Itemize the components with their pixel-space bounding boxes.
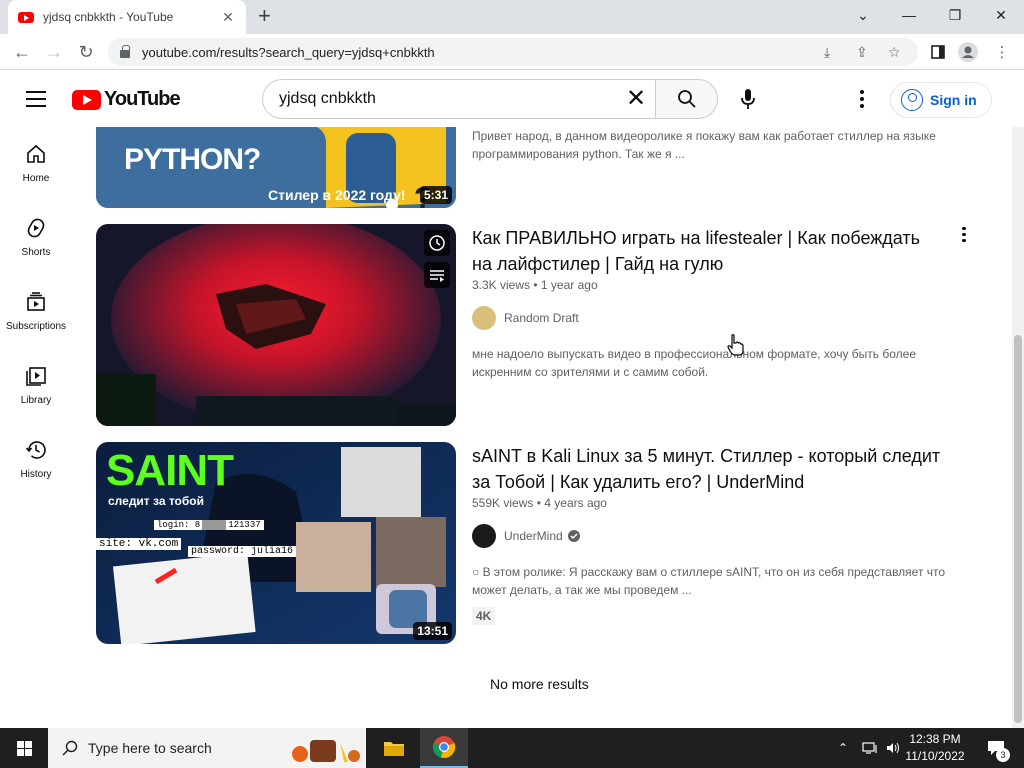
network-icon[interactable] bbox=[862, 728, 878, 768]
browser-tab[interactable]: yjdsq cnbkkth - YouTube ✕ bbox=[8, 0, 246, 34]
sign-in-button[interactable]: Sign in bbox=[890, 82, 992, 118]
youtube-favicon-icon bbox=[18, 11, 34, 23]
thumbnail-site-label: site: vk.com bbox=[96, 538, 182, 550]
video-description: Привет народ, в данном видеоролике я пок… bbox=[472, 129, 936, 161]
verified-badge-icon bbox=[567, 530, 580, 542]
windows-taskbar: Type here to search ⌃ 12:38 PM 11/10/202… bbox=[0, 728, 1024, 768]
restore-button[interactable]: ❐ bbox=[932, 0, 978, 30]
menu-hamburger-icon[interactable] bbox=[26, 91, 46, 107]
search-icon bbox=[62, 740, 78, 756]
youtube-play-logo-icon bbox=[72, 89, 101, 110]
thumbnail-login-label: login: 8 121337 bbox=[154, 520, 264, 530]
thumbnail-password-label: password: julia16 bbox=[188, 546, 297, 557]
start-button[interactable] bbox=[0, 728, 48, 768]
view-count: 559K views bbox=[472, 496, 534, 510]
share-icon[interactable]: ⇪ bbox=[856, 44, 868, 61]
chrome-taskbar-icon[interactable] bbox=[420, 728, 468, 768]
thumbnail-subcaption: следит за тобой bbox=[108, 494, 204, 508]
taskbar-search-placeholder: Type here to search bbox=[88, 740, 212, 756]
tab-title: yjdsq cnbkkth - YouTube bbox=[43, 10, 174, 24]
browser-toolbar: ← → ↻ youtube.com/results?search_query=y… bbox=[0, 34, 1024, 70]
video-duration: 5:31 bbox=[419, 186, 452, 204]
thumbnail-subcaption: Стилер в 2022 году! bbox=[268, 187, 406, 203]
clock-time: 12:38 PM bbox=[909, 732, 961, 746]
no-more-results-text: No more results bbox=[490, 676, 589, 692]
taskbar-clock[interactable]: 12:38 PM 11/10/2022 bbox=[900, 731, 970, 765]
show-hidden-icons-chevron-icon[interactable]: ⌃ bbox=[838, 728, 848, 768]
notification-center-button[interactable]: 3 bbox=[982, 728, 1010, 768]
logo-wordmark: YouTube bbox=[104, 88, 181, 110]
back-button[interactable]: ← bbox=[10, 40, 34, 64]
close-window-button[interactable]: ✕ bbox=[978, 0, 1024, 30]
search-highlight-autumn-icon bbox=[292, 740, 360, 762]
minimize-button[interactable]: — bbox=[886, 0, 932, 30]
channel-name[interactable]: Random Draft bbox=[504, 311, 579, 325]
watch-later-icon[interactable] bbox=[424, 230, 450, 256]
search-button[interactable] bbox=[655, 79, 718, 119]
upload-age: 4 years ago bbox=[544, 496, 607, 510]
quality-badge: 4K bbox=[472, 607, 496, 625]
browser-tab-strip: yjdsq cnbkkth - YouTube ✕ + ⌄ — ❐ ✕ bbox=[0, 0, 1024, 34]
notification-count-badge: 3 bbox=[996, 748, 1010, 762]
video-description: ○ В этом ролике: Я расскажу вам о стилле… bbox=[472, 565, 946, 597]
lock-icon[interactable] bbox=[120, 45, 130, 58]
clear-search-icon[interactable]: ✕ bbox=[616, 87, 656, 111]
file-explorer-taskbar-icon[interactable] bbox=[370, 728, 418, 768]
new-tab-button[interactable]: + bbox=[258, 5, 271, 27]
channel-link[interactable]: UnderMind bbox=[472, 524, 581, 548]
youtube-header: YouTube yjdsq cnbkkth ✕ Sign in bbox=[0, 71, 1024, 127]
video-thumbnail[interactable] bbox=[96, 224, 456, 426]
page-scrollbar[interactable] bbox=[1012, 127, 1024, 728]
account-icon bbox=[901, 89, 923, 111]
video-more-actions-icon[interactable] bbox=[958, 225, 970, 243]
video-description: мне надоело выпускать видео в профессион… bbox=[472, 347, 916, 379]
upload-age: 1 year ago bbox=[540, 278, 598, 292]
reload-button[interactable]: ↻ bbox=[74, 40, 98, 64]
video-meta: 559K views • 4 years ago bbox=[472, 496, 607, 510]
close-tab-icon[interactable]: ✕ bbox=[220, 9, 236, 26]
hand-cursor-icon bbox=[727, 334, 744, 356]
search-results: ? PYTHON? Стилер в 2022 году! 5:31 Приве… bbox=[0, 127, 1012, 728]
add-to-queue-icon[interactable] bbox=[424, 262, 450, 288]
video-thumbnail[interactable]: SAINT следит за тобой login: 8 121337 sit… bbox=[96, 442, 456, 644]
microphone-icon bbox=[741, 89, 755, 109]
tab-search-chevron-icon[interactable]: ⌄ bbox=[840, 0, 886, 30]
youtube-logo[interactable]: YouTube bbox=[72, 88, 181, 111]
volume-icon[interactable] bbox=[886, 728, 900, 768]
search-icon bbox=[677, 90, 696, 108]
channel-avatar[interactable] bbox=[472, 306, 496, 330]
sign-in-label: Sign in bbox=[930, 92, 977, 108]
profile-avatar-icon[interactable] bbox=[958, 42, 978, 62]
video-title[interactable]: sAINT в Kali Linux за 5 минут. Стиллер -… bbox=[472, 443, 942, 495]
thumbnail-caption: SAINT bbox=[106, 446, 234, 495]
view-count: 3.3K views bbox=[472, 278, 531, 292]
search-input[interactable]: yjdsq cnbkkth bbox=[279, 90, 616, 108]
thumbnail-caption: PYTHON? bbox=[124, 143, 261, 176]
channel-name[interactable]: UnderMind bbox=[504, 529, 563, 543]
scrollbar-thumb[interactable] bbox=[1014, 335, 1022, 723]
channel-avatar[interactable] bbox=[472, 524, 496, 548]
url-text[interactable]: youtube.com/results?search_query=yjdsq+c… bbox=[142, 45, 435, 60]
video-title[interactable]: Как ПРАВИЛЬНО играть на lifestealer | Ка… bbox=[472, 225, 942, 277]
side-panel-icon[interactable] bbox=[928, 42, 948, 62]
bookmark-star-icon[interactable]: ☆ bbox=[888, 44, 901, 61]
forward-button[interactable]: → bbox=[42, 40, 66, 64]
search-box[interactable]: yjdsq cnbkkth ✕ bbox=[262, 79, 656, 119]
video-duration: 13:51 bbox=[413, 622, 452, 640]
channel-link[interactable]: Random Draft bbox=[472, 306, 579, 330]
address-bar[interactable]: youtube.com/results?search_query=yjdsq+c… bbox=[108, 38, 918, 66]
windows-logo-icon bbox=[16, 740, 32, 756]
taskbar-search[interactable]: Type here to search bbox=[48, 728, 366, 768]
clock-date: 11/10/2022 bbox=[905, 749, 965, 763]
settings-more-icon[interactable] bbox=[850, 87, 874, 111]
voice-search-button[interactable] bbox=[728, 79, 768, 119]
video-meta: 3.3K views • 1 year ago bbox=[472, 278, 598, 292]
install-app-icon[interactable]: ⤓ bbox=[824, 44, 830, 61]
browser-menu-icon[interactable]: ⋮ bbox=[992, 42, 1012, 62]
video-thumbnail[interactable]: ? PYTHON? Стилер в 2022 году! 5:31 bbox=[96, 127, 456, 208]
lifestealer-thumbnail-image bbox=[96, 224, 456, 426]
